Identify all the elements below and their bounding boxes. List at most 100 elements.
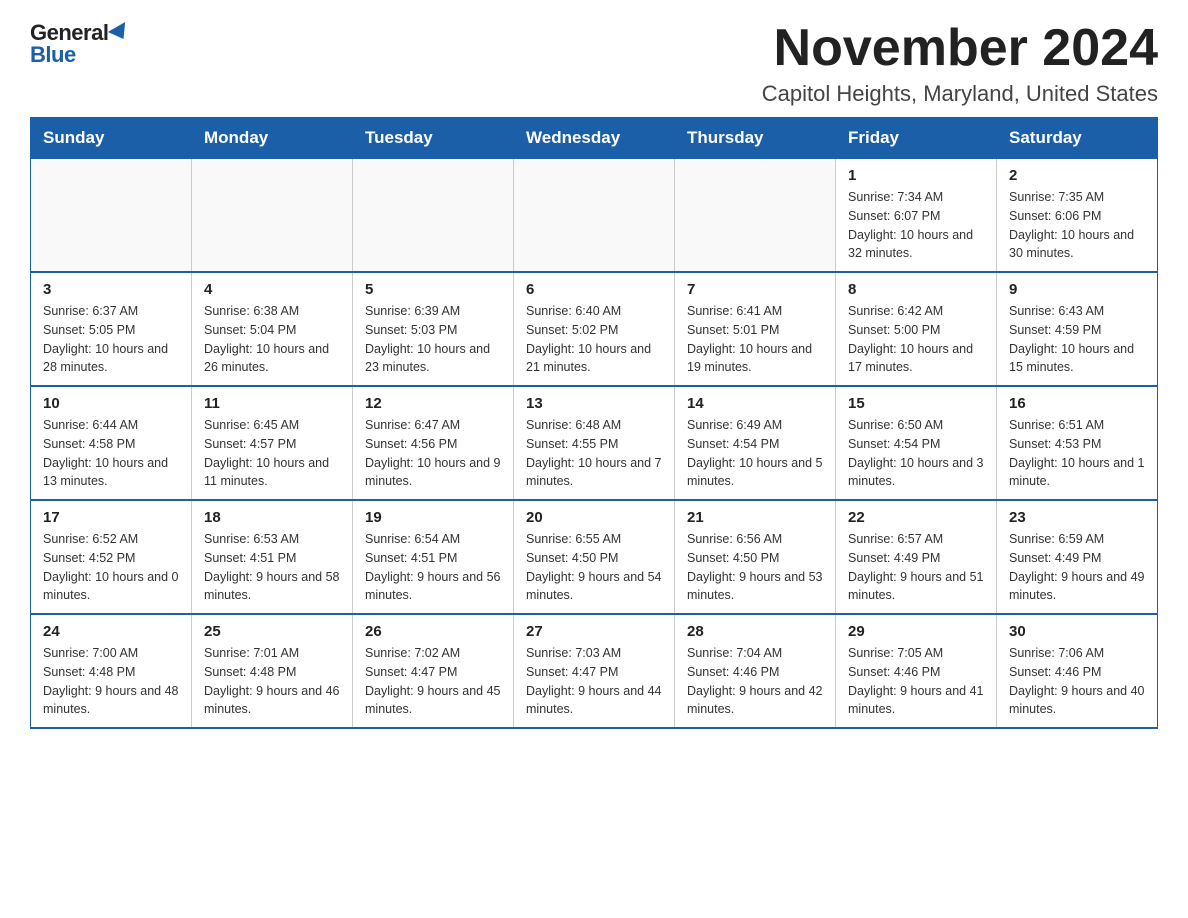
day-info: Sunrise: 7:02 AM Sunset: 4:47 PM Dayligh…: [365, 644, 501, 719]
day-info: Sunrise: 6:43 AM Sunset: 4:59 PM Dayligh…: [1009, 302, 1145, 377]
day-number: 23: [1009, 509, 1145, 526]
day-number: 9: [1009, 281, 1145, 298]
day-info: Sunrise: 6:48 AM Sunset: 4:55 PM Dayligh…: [526, 416, 662, 491]
day-info: Sunrise: 6:37 AM Sunset: 5:05 PM Dayligh…: [43, 302, 179, 377]
day-number: 6: [526, 281, 662, 298]
day-info: Sunrise: 7:35 AM Sunset: 6:06 PM Dayligh…: [1009, 188, 1145, 263]
day-number: 2: [1009, 167, 1145, 184]
calendar-day-cell: [353, 159, 514, 273]
day-info: Sunrise: 6:47 AM Sunset: 4:56 PM Dayligh…: [365, 416, 501, 491]
day-info: Sunrise: 6:50 AM Sunset: 4:54 PM Dayligh…: [848, 416, 984, 491]
calendar-day-cell: 13 Sunrise: 6:48 AM Sunset: 4:55 PM Dayli…: [514, 386, 675, 500]
day-number: 3: [43, 281, 179, 298]
calendar-weekday-header: Friday: [836, 118, 997, 159]
day-number: 27: [526, 623, 662, 640]
calendar-day-cell: 10Sunrise: 6:44 AM Sunset: 4:58 PM Dayli…: [31, 386, 192, 500]
calendar-weekday-header: Thursday: [675, 118, 836, 159]
calendar-week-row: 10Sunrise: 6:44 AM Sunset: 4:58 PM Dayli…: [31, 386, 1158, 500]
calendar-day-cell: 18Sunrise: 6:53 AM Sunset: 4:51 PM Dayli…: [192, 500, 353, 614]
calendar-day-cell: 30Sunrise: 7:06 AM Sunset: 4:46 PM Dayli…: [997, 614, 1158, 728]
calendar-day-cell: 4 Sunrise: 6:38 AM Sunset: 5:04 PM Daylig…: [192, 272, 353, 386]
day-info: Sunrise: 6:40 AM Sunset: 5:02 PM Dayligh…: [526, 302, 662, 377]
day-info: Sunrise: 6:54 AM Sunset: 4:51 PM Dayligh…: [365, 530, 501, 605]
day-number: 13: [526, 395, 662, 412]
calendar-day-cell: 1 Sunrise: 7:34 AM Sunset: 6:07 PM Daylig…: [836, 159, 997, 273]
day-info: Sunrise: 6:57 AM Sunset: 4:49 PM Dayligh…: [848, 530, 984, 605]
calendar-day-cell: [31, 159, 192, 273]
location-title: Capitol Heights, Maryland, United States: [762, 81, 1158, 107]
day-number: 16: [1009, 395, 1145, 412]
day-info: Sunrise: 7:01 AM Sunset: 4:48 PM Dayligh…: [204, 644, 340, 719]
day-number: 12: [365, 395, 501, 412]
day-number: 29: [848, 623, 984, 640]
day-info: Sunrise: 6:56 AM Sunset: 4:50 PM Dayligh…: [687, 530, 823, 605]
day-number: 14: [687, 395, 823, 412]
calendar-week-row: 17 Sunrise: 6:52 AM Sunset: 4:52 PM Dayli…: [31, 500, 1158, 614]
calendar-day-cell: 11 Sunrise: 6:45 AM Sunset: 4:57 PM Dayli…: [192, 386, 353, 500]
day-info: Sunrise: 6:45 AM Sunset: 4:57 PM Dayligh…: [204, 416, 340, 491]
title-block: November 2024 Capitol Heights, Maryland,…: [762, 20, 1158, 107]
day-info: Sunrise: 7:06 AM Sunset: 4:46 PM Dayligh…: [1009, 644, 1145, 719]
calendar-day-cell: 12 Sunrise: 6:47 AM Sunset: 4:56 PM Dayli…: [353, 386, 514, 500]
day-info: Sunrise: 7:05 AM Sunset: 4:46 PM Dayligh…: [848, 644, 984, 719]
day-number: 17: [43, 509, 179, 526]
calendar-day-cell: 22 Sunrise: 6:57 AM Sunset: 4:49 PM Dayli…: [836, 500, 997, 614]
day-number: 24: [43, 623, 179, 640]
day-number: 1: [848, 167, 984, 184]
calendar-day-cell: [192, 159, 353, 273]
day-number: 25: [204, 623, 340, 640]
calendar-weekday-header: Saturday: [997, 118, 1158, 159]
day-number: 15: [848, 395, 984, 412]
calendar-day-cell: 14 Sunrise: 6:49 AM Sunset: 4:54 PM Dayli…: [675, 386, 836, 500]
calendar-day-cell: 26Sunrise: 7:02 AM Sunset: 4:47 PM Dayli…: [353, 614, 514, 728]
day-info: Sunrise: 6:41 AM Sunset: 5:01 PM Dayligh…: [687, 302, 823, 377]
day-info: Sunrise: 7:34 AM Sunset: 6:07 PM Dayligh…: [848, 188, 984, 263]
day-number: 10: [43, 395, 179, 412]
day-number: 4: [204, 281, 340, 298]
calendar-day-cell: 19Sunrise: 6:54 AM Sunset: 4:51 PM Dayli…: [353, 500, 514, 614]
month-title: November 2024: [762, 20, 1158, 77]
calendar-week-row: 24 Sunrise: 7:00 AM Sunset: 4:48 PM Dayli…: [31, 614, 1158, 728]
calendar-day-cell: 7 Sunrise: 6:41 AM Sunset: 5:01 PM Daylig…: [675, 272, 836, 386]
calendar-day-cell: 9 Sunrise: 6:43 AM Sunset: 4:59 PM Daylig…: [997, 272, 1158, 386]
day-number: 21: [687, 509, 823, 526]
calendar-day-cell: 23 Sunrise: 6:59 AM Sunset: 4:49 PM Dayli…: [997, 500, 1158, 614]
calendar-day-cell: 25 Sunrise: 7:01 AM Sunset: 4:48 PM Dayli…: [192, 614, 353, 728]
calendar-header-row: SundayMondayTuesdayWednesdayThursdayFrid…: [31, 118, 1158, 159]
day-info: Sunrise: 7:00 AM Sunset: 4:48 PM Dayligh…: [43, 644, 179, 719]
calendar-day-cell: 5 Sunrise: 6:39 AM Sunset: 5:03 PM Daylig…: [353, 272, 514, 386]
day-info: Sunrise: 6:38 AM Sunset: 5:04 PM Dayligh…: [204, 302, 340, 377]
calendar-table: SundayMondayTuesdayWednesdayThursdayFrid…: [30, 117, 1158, 729]
day-info: Sunrise: 6:52 AM Sunset: 4:52 PM Dayligh…: [43, 530, 179, 605]
day-info: Sunrise: 6:59 AM Sunset: 4:49 PM Dayligh…: [1009, 530, 1145, 605]
calendar-weekday-header: Tuesday: [353, 118, 514, 159]
day-info: Sunrise: 6:55 AM Sunset: 4:50 PM Dayligh…: [526, 530, 662, 605]
calendar-day-cell: 2 Sunrise: 7:35 AM Sunset: 6:06 PM Daylig…: [997, 159, 1158, 273]
calendar-day-cell: 21 Sunrise: 6:56 AM Sunset: 4:50 PM Dayli…: [675, 500, 836, 614]
calendar-day-cell: 17 Sunrise: 6:52 AM Sunset: 4:52 PM Dayli…: [31, 500, 192, 614]
page-header: General Blue November 2024 Capitol Heigh…: [30, 20, 1158, 107]
logo-blue: Blue: [30, 42, 76, 68]
calendar-day-cell: [514, 159, 675, 273]
day-info: Sunrise: 6:39 AM Sunset: 5:03 PM Dayligh…: [365, 302, 501, 377]
day-info: Sunrise: 6:49 AM Sunset: 4:54 PM Dayligh…: [687, 416, 823, 491]
calendar-day-cell: [675, 159, 836, 273]
day-info: Sunrise: 7:03 AM Sunset: 4:47 PM Dayligh…: [526, 644, 662, 719]
day-number: 5: [365, 281, 501, 298]
calendar-weekday-header: Wednesday: [514, 118, 675, 159]
day-number: 20: [526, 509, 662, 526]
calendar-weekday-header: Monday: [192, 118, 353, 159]
calendar-day-cell: 24 Sunrise: 7:00 AM Sunset: 4:48 PM Dayli…: [31, 614, 192, 728]
calendar-weekday-header: Sunday: [31, 118, 192, 159]
calendar-day-cell: 16 Sunrise: 6:51 AM Sunset: 4:53 PM Dayli…: [997, 386, 1158, 500]
calendar-week-row: 1 Sunrise: 7:34 AM Sunset: 6:07 PM Daylig…: [31, 159, 1158, 273]
calendar-day-cell: 8Sunrise: 6:42 AM Sunset: 5:00 PM Daylig…: [836, 272, 997, 386]
calendar-day-cell: 6 Sunrise: 6:40 AM Sunset: 5:02 PM Daylig…: [514, 272, 675, 386]
day-number: 22: [848, 509, 984, 526]
day-number: 11: [204, 395, 340, 412]
day-info: Sunrise: 6:42 AM Sunset: 5:00 PM Dayligh…: [848, 302, 984, 377]
calendar-day-cell: 27 Sunrise: 7:03 AM Sunset: 4:47 PM Dayli…: [514, 614, 675, 728]
day-info: Sunrise: 6:51 AM Sunset: 4:53 PM Dayligh…: [1009, 416, 1145, 491]
day-number: 7: [687, 281, 823, 298]
calendar-day-cell: 29 Sunrise: 7:05 AM Sunset: 4:46 PM Dayli…: [836, 614, 997, 728]
